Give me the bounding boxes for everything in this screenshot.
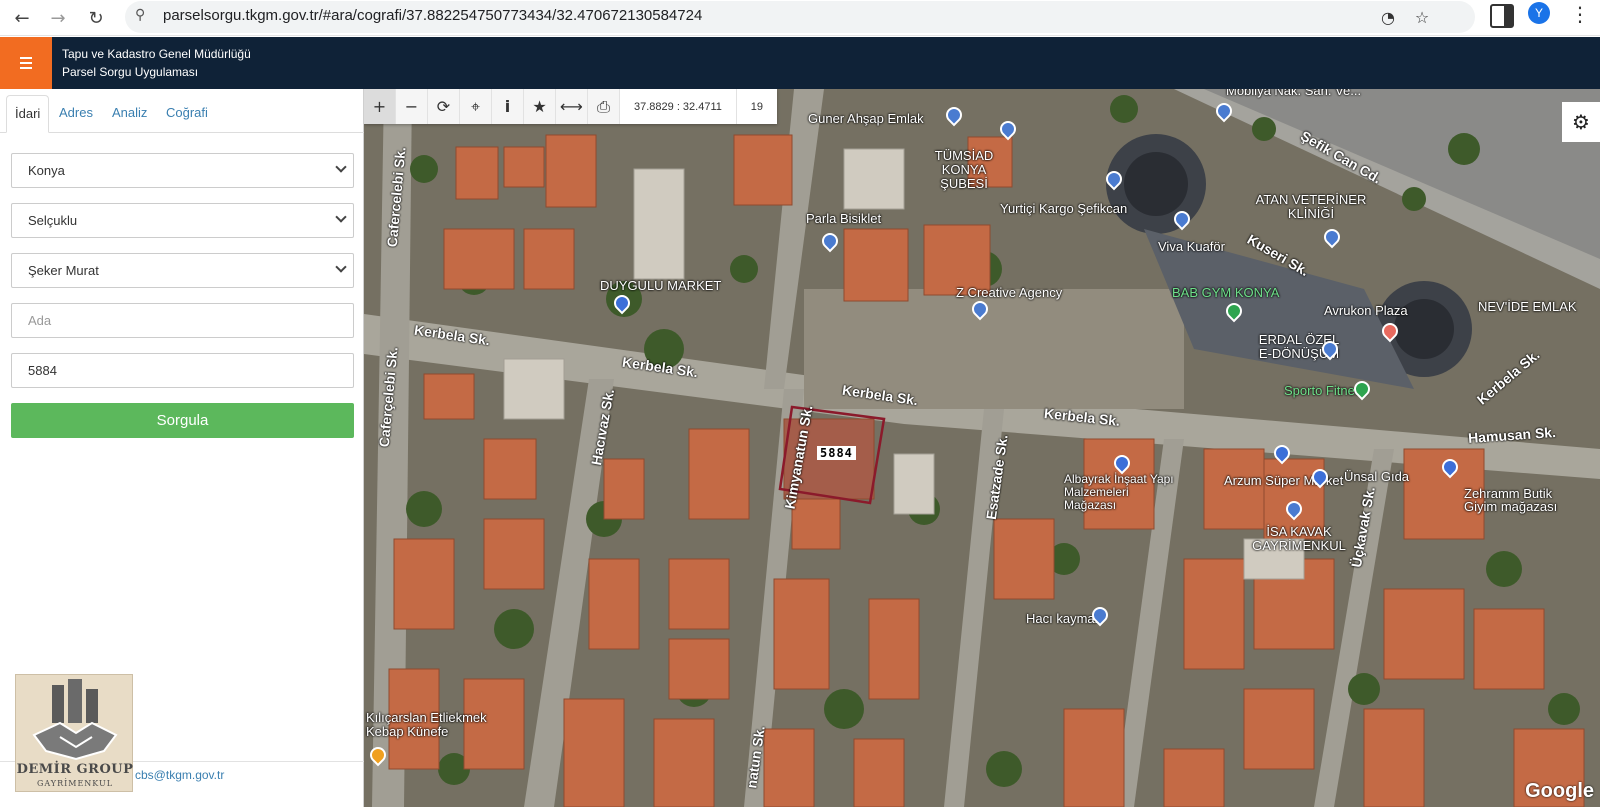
- ada-input[interactable]: [11, 303, 354, 338]
- poi-label[interactable]: TÜMSİAD KONYA ŞUBESİ: [924, 149, 1004, 191]
- satellite-imagery: [364, 89, 1600, 807]
- back-icon[interactable]: ←: [8, 4, 36, 32]
- bookmark-star-icon[interactable]: ☆: [1409, 4, 1435, 30]
- district-value: Selçuklu: [28, 213, 78, 228]
- poi-label[interactable]: Albayrak İnşaat Yapı Malzemeleri Mağazas…: [1064, 473, 1174, 512]
- print-icon[interactable]: ⎙: [588, 89, 620, 124]
- forward-icon[interactable]: →: [44, 4, 72, 32]
- app-title-line2: Parsel Sorgu Uygulaması: [62, 65, 199, 79]
- zoom-out-button[interactable]: −: [396, 89, 428, 124]
- zoom-in-button[interactable]: +: [364, 89, 396, 124]
- address-bar[interactable]: ⚲ parselsorgu.tkgm.gov.tr/#ara/cografi/3…: [125, 1, 1475, 33]
- coordinate-readout: 37.8829 : 32.4711: [620, 89, 737, 124]
- footer-email-link[interactable]: cbs@tkgm.gov.tr: [135, 768, 224, 782]
- tab-adres[interactable]: Adres: [51, 95, 101, 133]
- poi-label[interactable]: Viva Kuaför: [1158, 239, 1225, 254]
- chevron-down-icon: [335, 261, 347, 273]
- measure-icon[interactable]: ⟷: [556, 89, 588, 124]
- neighborhood-value: Şeker Murat: [28, 263, 99, 278]
- tab-cografi[interactable]: Coğrafi: [158, 95, 216, 133]
- map-toolbar: + − ⟳ ⌖ i ★ ⟷ ⎙ 37.8829 : 32.4711 19: [364, 89, 777, 124]
- district-select[interactable]: Selçuklu: [11, 203, 354, 238]
- poi-label[interactable]: NEV'İDE EMLAK: [1478, 299, 1577, 314]
- chevron-down-icon: [335, 161, 347, 173]
- poi-label[interactable]: Hacı kaymak: [1026, 611, 1101, 626]
- poi-label[interactable]: ATAN VETERİNER KLİNİĞİ: [1246, 193, 1376, 221]
- demir-group-logo: DEMİR GROUP GAYRİMENKUL: [15, 674, 133, 792]
- parsel-input[interactable]: [11, 353, 354, 388]
- hamburger-menu-icon[interactable]: [0, 37, 52, 89]
- info-icon[interactable]: i: [492, 89, 524, 124]
- gauge-icon[interactable]: ◔: [1375, 4, 1401, 30]
- app-title: Tapu ve Kadastro Genel Müdürlüğü Parsel …: [62, 45, 251, 81]
- poi-label[interactable]: Yurtiçi Kargo Şefikcan: [1000, 201, 1127, 216]
- app-header: Tapu ve Kadastro Genel Müdürlüğü Parsel …: [0, 37, 1600, 89]
- settings-gear-icon[interactable]: ⚙: [1562, 102, 1600, 142]
- poi-label[interactable]: DUYGULU MARKET: [600, 278, 721, 293]
- sorgula-button[interactable]: Sorgula: [11, 403, 354, 438]
- satellite-map[interactable]: + − ⟳ ⌖ i ★ ⟷ ⎙ 37.8829 : 32.4711 19 ⚙ 5…: [364, 89, 1600, 807]
- parcel-number-label[interactable]: 5884: [817, 446, 856, 460]
- profile-avatar[interactable]: Y: [1528, 2, 1550, 24]
- reload-icon[interactable]: ↻: [82, 4, 110, 32]
- poi-label[interactable]: Avrukon Plaza: [1324, 303, 1408, 318]
- logo-text-sub: GAYRİMENKUL: [36, 779, 114, 788]
- logo-text-main: DEMİR GROUP: [16, 762, 134, 777]
- neighborhood-select[interactable]: Şeker Murat: [11, 253, 354, 288]
- google-attribution: Google: [1525, 780, 1594, 802]
- poi-label[interactable]: Z Creative Agency: [956, 285, 1062, 300]
- more-menu-icon[interactable]: ⋮: [1570, 2, 1590, 30]
- poi-label[interactable]: Parla Bisiklet: [806, 211, 881, 226]
- query-tabs: İdari Adres Analiz Coğrafi: [0, 89, 364, 133]
- star-icon[interactable]: ★: [524, 89, 556, 124]
- browser-toolbar: ← → ↻ ⚲ parselsorgu.tkgm.gov.tr/#ara/cog…: [0, 0, 1600, 36]
- poi-label[interactable]: Guner Ahşap Emlak: [808, 111, 924, 126]
- poi-label[interactable]: BAB GYM KONYA: [1172, 285, 1279, 300]
- site-info-icon[interactable]: ⚲: [135, 7, 155, 27]
- poi-label[interactable]: Mobilya Nak. San. Ve...: [1226, 89, 1361, 98]
- locate-icon[interactable]: ⌖: [460, 89, 492, 124]
- tab-idari[interactable]: İdari: [6, 95, 50, 133]
- province-value: Konya: [28, 163, 65, 178]
- side-panel-icon[interactable]: [1490, 4, 1514, 28]
- poi-label[interactable]: İSA KAVAK GAYRİMENKUL: [1244, 525, 1354, 553]
- province-select[interactable]: Konya: [11, 153, 354, 188]
- query-sidebar: İdari Adres Analiz Coğrafi Konya Selçukl…: [0, 89, 364, 807]
- refresh-icon[interactable]: ⟳: [428, 89, 460, 124]
- poi-label[interactable]: Ünsal Gıda: [1344, 469, 1409, 484]
- poi-label[interactable]: Zehramm Butik Giyim mağazası: [1464, 487, 1584, 513]
- zoom-level-readout: 19: [736, 89, 777, 124]
- app-title-line1: Tapu ve Kadastro Genel Müdürlüğü: [62, 47, 251, 61]
- chevron-down-icon: [335, 211, 347, 223]
- url-text[interactable]: parselsorgu.tkgm.gov.tr/#ara/cografi/37.…: [163, 7, 702, 24]
- poi-label[interactable]: Kılıçarslan Etliekmek Kebap Künefe: [366, 711, 496, 739]
- tab-analiz[interactable]: Analiz: [104, 95, 155, 133]
